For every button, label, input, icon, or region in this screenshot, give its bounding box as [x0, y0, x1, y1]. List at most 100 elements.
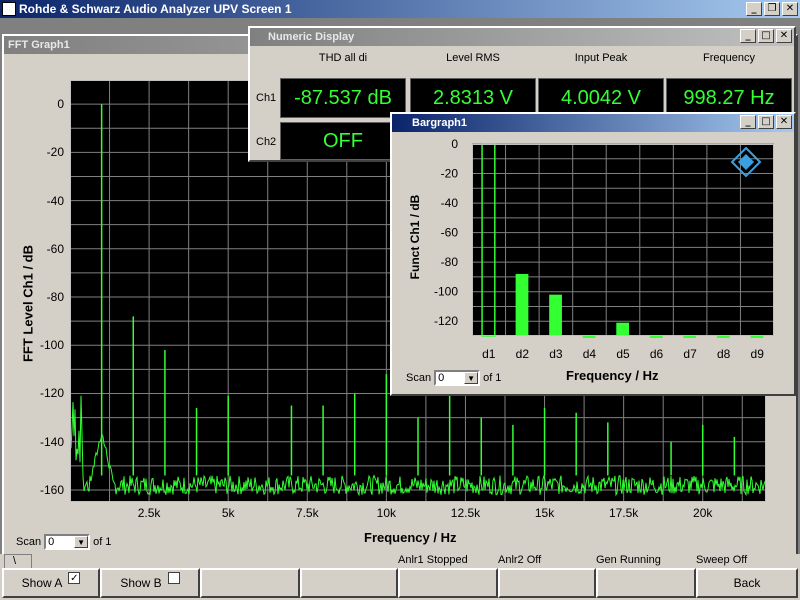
- col-header-level-rms: Level RMS: [446, 52, 500, 64]
- softkey-7[interactable]: [596, 568, 696, 598]
- fft-y-tick-label: 0: [57, 97, 64, 112]
- bar-x-tick-label: d3: [549, 347, 563, 361]
- close-button[interactable]: ✕: [776, 29, 792, 43]
- show-a-button[interactable]: Show A ✓: [2, 568, 100, 598]
- tab-indicator[interactable]: \: [4, 554, 32, 568]
- bar-y-tick-label: -40: [441, 196, 459, 210]
- bar-d3: [549, 294, 562, 336]
- maximize-button[interactable]: □: [758, 29, 774, 43]
- numeric-window-title: Numeric Display: [268, 31, 355, 43]
- app-system-menu-icon[interactable]: [2, 2, 16, 16]
- fft-scan-label: Scan: [16, 536, 42, 548]
- bar-x-tick-label: d5: [616, 347, 630, 361]
- show-a-label: Show A: [21, 576, 63, 590]
- chevron-down-icon[interactable]: ▼: [464, 372, 479, 384]
- bar-x-tick-label: d2: [516, 347, 530, 361]
- workspace: FFT Graph1 FFT Level Ch1 / dB Frequency …: [0, 18, 800, 556]
- show-b-label: Show B: [120, 576, 162, 590]
- minimize-button[interactable]: _: [746, 2, 762, 16]
- bargraph-window[interactable]: Bargraph1 _ □ ✕ Funct Ch1 / dB d1 d2 d3 d4 d…: [390, 112, 796, 396]
- fft-scan-of: of 1: [93, 536, 112, 548]
- fft-y-tick-label: -60: [46, 241, 64, 256]
- back-button[interactable]: Back: [696, 568, 798, 598]
- bar-scan-of: of 1: [483, 372, 502, 384]
- fft-y-tick-label: -80: [46, 290, 64, 305]
- bar-x-tick-label: d4: [583, 347, 597, 361]
- check-icon: ✓: [70, 572, 79, 584]
- show-b-button[interactable]: Show B: [100, 568, 200, 598]
- fft-y-tick-label: -40: [46, 193, 64, 208]
- bargraph-plot: d1 d2 d3 d4 d5 d6 d7 d8 d9 0 -20 -40 -60 -80 -100 -120: [434, 138, 774, 361]
- col-header-frequency: Frequency: [703, 52, 755, 64]
- bar-y-tick-label: -100: [434, 285, 458, 299]
- bargraph-window-title: Bargraph1: [412, 117, 468, 129]
- bar-d7: [683, 336, 697, 338]
- fft-y-tick-label: -140: [39, 434, 64, 449]
- bar-y-tick-label: -80: [441, 255, 459, 269]
- softkey-3[interactable]: [200, 568, 300, 598]
- bar-d2: [515, 273, 529, 336]
- bar-d9: [750, 336, 764, 338]
- fft-scan-control: Scan 0 ▼ of 1: [16, 534, 111, 550]
- fft-y-tick-label: -20: [46, 145, 64, 160]
- bar-x-tick-label: d1: [482, 347, 496, 361]
- bar-x-tick-label: d9: [751, 347, 765, 361]
- softkey-6[interactable]: [498, 568, 596, 598]
- col-header-thd: THD all di: [318, 52, 368, 64]
- status-anlr1: Anlr1 Stopped: [398, 554, 468, 566]
- fft-y-tick-label: -160: [39, 482, 64, 497]
- fft-x-tick-label: 7.5k: [295, 506, 319, 520]
- bar-y-tick-label: -60: [441, 226, 459, 240]
- bar-x-tick-label: d7: [683, 347, 697, 361]
- show-b-checkbox[interactable]: [167, 572, 180, 584]
- bar-x-tick-label: d8: [717, 347, 731, 361]
- fft-x-tick-label: 15k: [534, 506, 555, 520]
- fft-y-tick-label: -100: [39, 338, 64, 353]
- app-titlebar: Rohde & Schwarz Audio Analyzer UPV Scree…: [0, 0, 800, 18]
- bargraph-x-axis-label: Frequency / Hz: [566, 368, 659, 383]
- fft-scan-value: 0: [48, 536, 55, 548]
- bargraph-window-titlebar[interactable]: Bargraph1 _ □ ✕: [392, 114, 794, 132]
- bar-d6: [649, 336, 663, 338]
- status-sweep: Sweep Off: [696, 554, 748, 566]
- chevron-down-icon[interactable]: ▼: [74, 536, 89, 548]
- fft-x-tick-label: 2.5k: [137, 506, 161, 520]
- value-ch2-thd: OFF: [280, 122, 406, 160]
- fft-y-tick-label: -120: [39, 386, 64, 401]
- bar-x-tick-label: d6: [650, 347, 664, 361]
- fft-x-axis-label: Frequency / Hz: [364, 530, 457, 545]
- fft-x-tick-label: 5k: [221, 506, 235, 520]
- fft-scan-select[interactable]: 0 ▼: [44, 534, 91, 550]
- status-bar: \ Anlr1 Stopped Anlr2 Off Gen Running Sw…: [0, 554, 800, 600]
- bar-scan-select[interactable]: 0 ▼: [434, 370, 481, 386]
- restore-button[interactable]: ❐: [764, 2, 780, 16]
- fft-x-tick-label: 10k: [376, 506, 397, 520]
- fft-x-tick-label: 20k: [693, 506, 713, 520]
- bar-d5: [616, 322, 630, 336]
- close-button[interactable]: ✕: [776, 115, 792, 129]
- softkey-4[interactable]: [300, 568, 398, 598]
- numeric-window-titlebar[interactable]: Numeric Display _ □ ✕: [250, 28, 794, 46]
- minimize-button[interactable]: _: [740, 29, 756, 43]
- show-a-checkbox[interactable]: ✓: [68, 572, 81, 584]
- close-button[interactable]: ✕: [782, 2, 798, 16]
- bar-scan-label: Scan: [406, 372, 432, 384]
- bar-y-tick-label: -120: [434, 314, 458, 328]
- maximize-button[interactable]: □: [758, 115, 774, 129]
- softkey-5[interactable]: [398, 568, 498, 598]
- minimize-button[interactable]: _: [740, 115, 756, 129]
- bar-d8: [716, 336, 730, 338]
- row-header-ch2: Ch2: [256, 136, 277, 148]
- bar-scan-value: 0: [438, 372, 445, 384]
- col-header-input-peak: Input Peak: [574, 52, 628, 64]
- fft-window-title: FFT Graph1: [8, 39, 70, 51]
- status-gen: Gen Running: [596, 554, 661, 566]
- row-header-ch1: Ch1: [256, 92, 277, 104]
- fft-x-tick-label: 12.5k: [450, 506, 481, 520]
- back-label: Back: [733, 576, 761, 590]
- fft-x-tick-label: 17.5k: [608, 506, 639, 520]
- bar-d4: [582, 336, 596, 338]
- bar-scan-control: Scan 0 ▼ of 1: [406, 370, 501, 386]
- bar-y-tick-label: -20: [441, 167, 459, 181]
- app-title: Rohde & Schwarz Audio Analyzer UPV Scree…: [19, 2, 292, 16]
